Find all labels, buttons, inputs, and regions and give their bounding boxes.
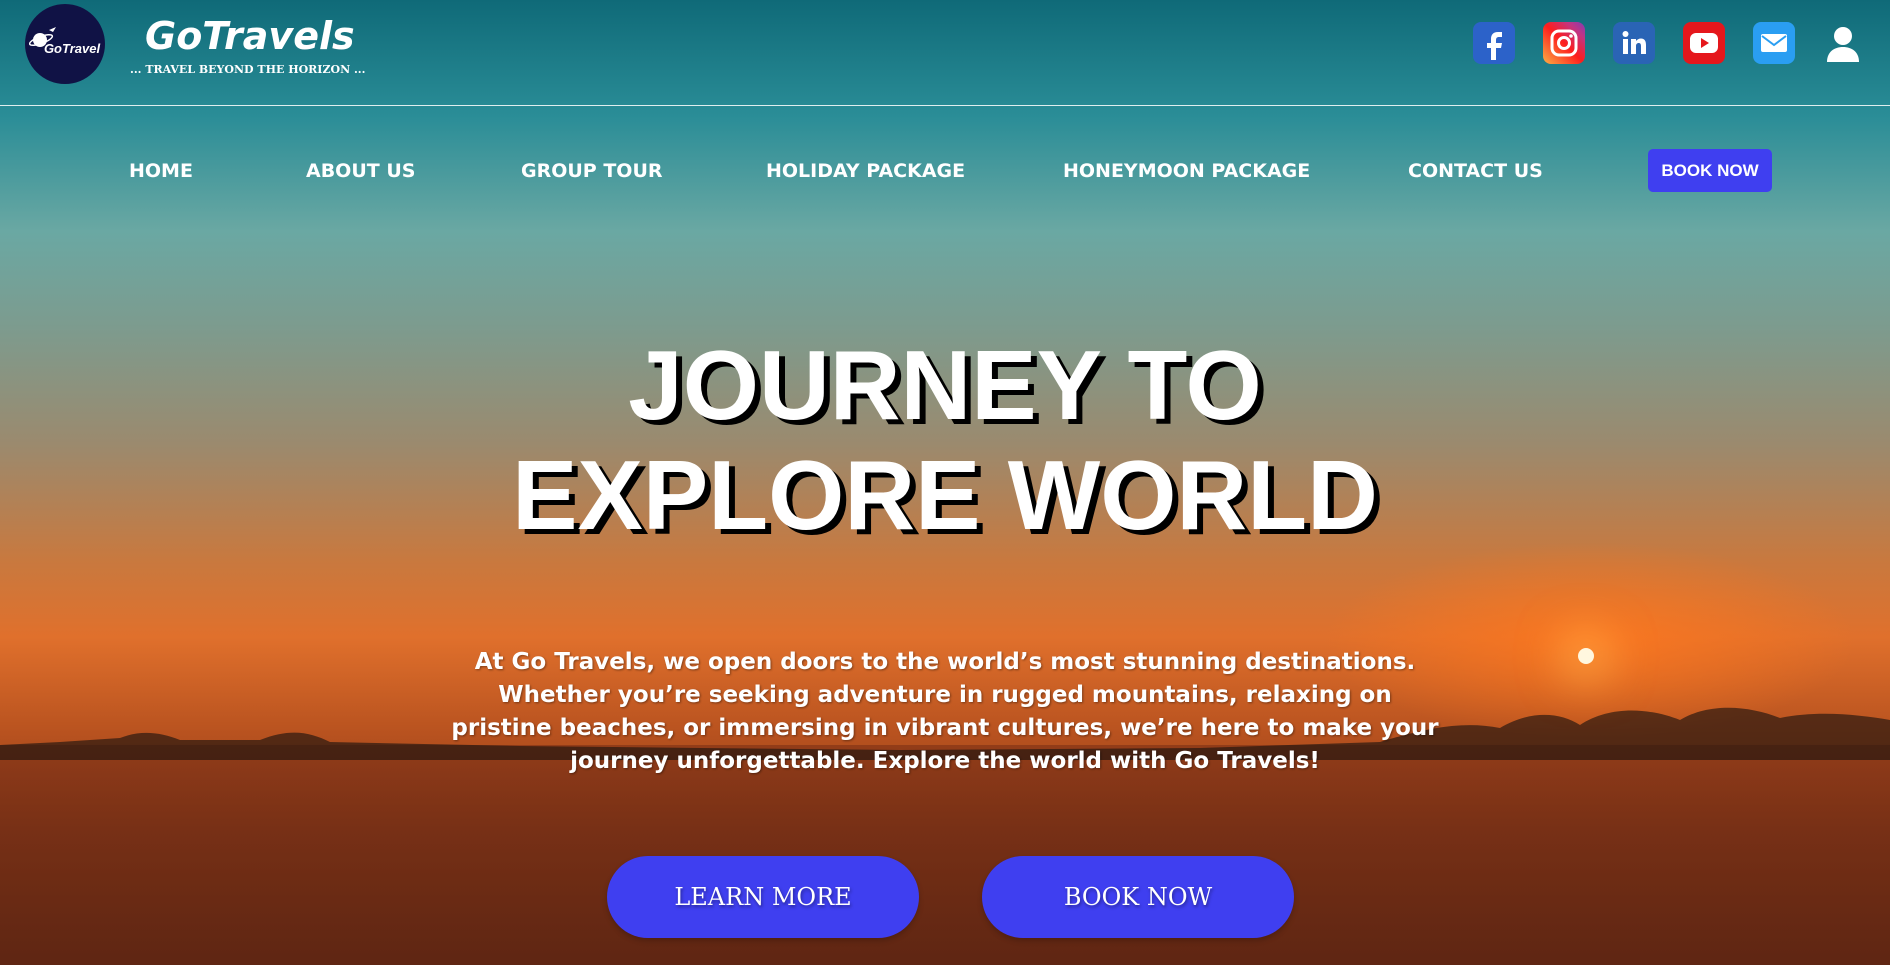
hero-description: At Go Travels, we open doors to the worl… bbox=[451, 649, 1439, 774]
site-header: GoTravel GoTravels ... TRAVEL BEYOND THE… bbox=[0, 0, 1890, 106]
hero-title: JOURNEY TO EXPLORE WORLD bbox=[345, 330, 1545, 550]
book-now-button[interactable]: BOOK NOW bbox=[982, 856, 1294, 938]
page: GoTravel GoTravels ... TRAVEL BEYOND THE… bbox=[0, 0, 1890, 965]
brand-tagline: ... TRAVEL BEYOND THE HORIZON ... bbox=[130, 63, 366, 76]
nav-contact-us[interactable]: CONTACT US bbox=[1408, 160, 1543, 182]
linkedin-icon[interactable] bbox=[1613, 22, 1655, 64]
youtube-icon[interactable] bbox=[1683, 22, 1725, 64]
logo[interactable]: GoTravel bbox=[25, 4, 105, 84]
nav-holiday-package[interactable]: HOLIDAY PACKAGE bbox=[766, 160, 965, 182]
nav-home[interactable]: HOME bbox=[129, 160, 193, 182]
hero-title-line-2: EXPLORE WORLD bbox=[512, 440, 1378, 550]
planet-icon bbox=[29, 27, 56, 47]
learn-more-button[interactable]: LEARN MORE bbox=[607, 856, 919, 938]
hero-title-line-1: JOURNEY TO bbox=[628, 330, 1262, 440]
nav-about-us[interactable]: ABOUT US bbox=[306, 160, 415, 182]
instagram-icon[interactable] bbox=[1543, 22, 1585, 64]
facebook-icon[interactable] bbox=[1473, 22, 1515, 64]
nav-honeymoon-package[interactable]: HONEYMOON PACKAGE bbox=[1063, 160, 1310, 182]
sea-background bbox=[0, 745, 1890, 965]
sun bbox=[1578, 648, 1594, 664]
nav-book-now-button[interactable]: BOOK NOW bbox=[1648, 149, 1772, 192]
nav-group-tour[interactable]: GROUP TOUR bbox=[521, 160, 663, 182]
brand-name[interactable]: GoTravels bbox=[145, 14, 355, 58]
mail-icon[interactable] bbox=[1753, 22, 1795, 64]
user-icon[interactable] bbox=[1823, 24, 1863, 64]
